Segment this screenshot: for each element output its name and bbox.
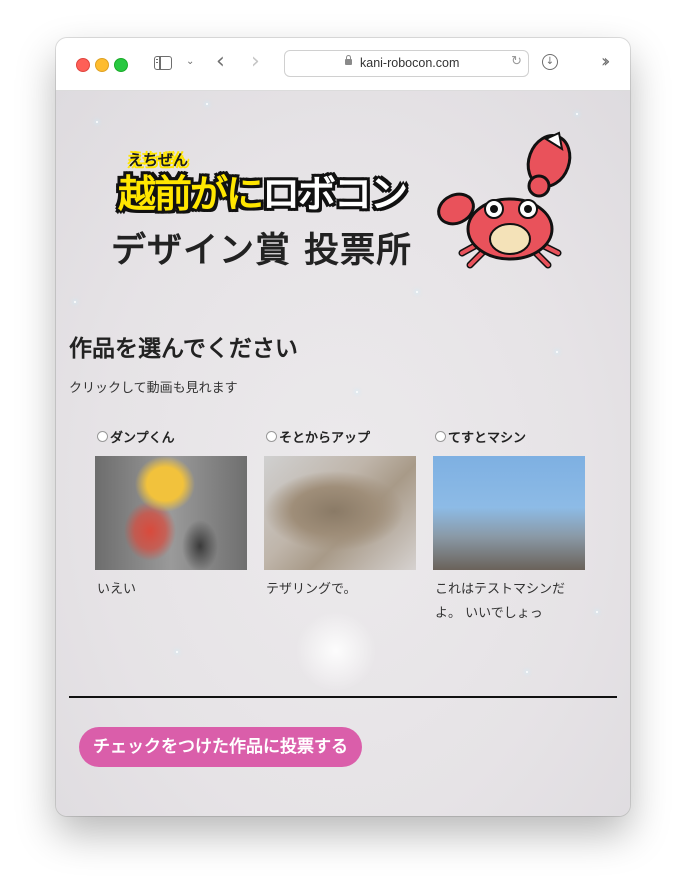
divider	[69, 696, 617, 698]
browser-window: ⌄ ‹ › kani-robocon.com ↻ ↓ ›› えちぜん 越前がにロ…	[56, 38, 630, 816]
entry-description: いえい	[97, 582, 137, 597]
logo-title-part2: ロボコン	[262, 172, 408, 216]
entry-card: てすとマシン これはテストマシンだよ。 いいでしょっ	[433, 427, 585, 626]
back-button[interactable]: ‹	[216, 50, 225, 74]
entry-video-thumbnail[interactable]	[433, 456, 585, 570]
entry-name: てすとマシン	[448, 430, 527, 446]
logo-title-part1: 越前がに	[118, 172, 264, 216]
entry-video-thumbnail[interactable]	[264, 456, 416, 570]
url-text: kani-robocon.com	[360, 56, 460, 70]
entry-radio[interactable]	[435, 430, 446, 442]
entry-card: ダンプくん いえい	[95, 427, 247, 602]
entry-name: そとからアップ	[279, 430, 371, 446]
address-bar[interactable]: kani-robocon.com ↻	[284, 50, 529, 77]
entry-option[interactable]: てすとマシン	[435, 427, 585, 446]
download-icon[interactable]: ↓	[542, 54, 558, 70]
more-chevrons-icon[interactable]: ››	[601, 52, 611, 72]
logo-title: 越前がにロボコン	[118, 171, 408, 217]
logo-subtitle: デザイン賞 投票所	[111, 231, 413, 271]
entry-description: テザリングで。	[266, 582, 357, 597]
vote-button[interactable]: チェックをつけた作品に投票する	[79, 727, 362, 767]
page-heading: 作品を選んでください	[69, 336, 298, 362]
entry-radio[interactable]	[97, 430, 108, 442]
crab-mascot-image	[437, 131, 572, 269]
logo-ruby: えちぜん	[128, 151, 189, 169]
sidebar-toggle-icon[interactable]	[154, 56, 172, 70]
chevron-down-icon[interactable]: ⌄	[186, 56, 194, 67]
page-content: えちぜん 越前がにロボコン デザイン賞 投票所 作品を選んでください クリックし…	[56, 91, 630, 816]
entry-option[interactable]: ダンプくん	[97, 427, 247, 446]
entry-description: これはテストマシンだよ。 いいでしょっ	[435, 582, 566, 621]
reload-icon[interactable]: ↻	[511, 54, 522, 69]
close-window-button[interactable]	[76, 58, 90, 72]
forward-button[interactable]: ›	[251, 50, 260, 74]
lock-icon	[345, 55, 352, 65]
entry-radio[interactable]	[266, 430, 277, 442]
browser-toolbar: ⌄ ‹ › kani-robocon.com ↻ ↓ ››	[56, 38, 630, 91]
zoom-window-button[interactable]	[114, 58, 128, 72]
entry-card: そとからアップ テザリングで。	[264, 427, 416, 602]
entry-option[interactable]: そとからアップ	[266, 427, 416, 446]
minimize-window-button[interactable]	[95, 58, 109, 72]
entry-video-thumbnail[interactable]	[95, 456, 247, 570]
entry-name: ダンプくん	[110, 430, 175, 446]
hint-text: クリックして動画も見れます	[69, 381, 238, 396]
